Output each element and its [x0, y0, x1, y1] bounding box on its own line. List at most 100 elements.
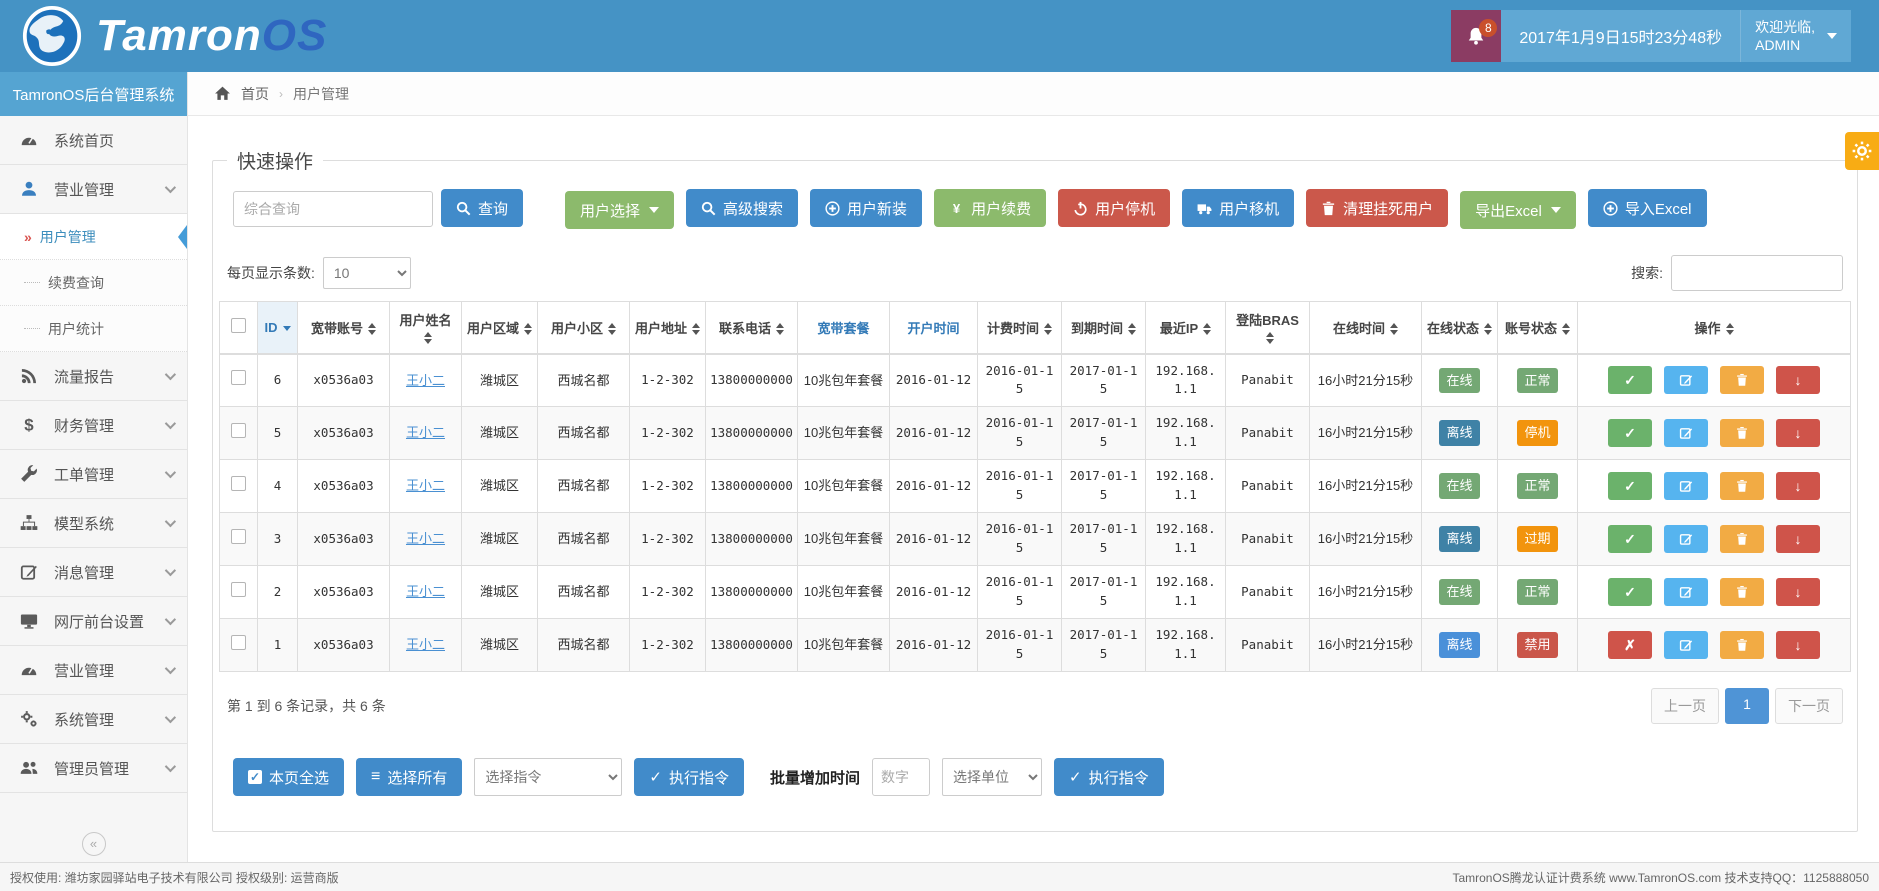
- row-checkbox[interactable]: [231, 370, 246, 385]
- download-button[interactable]: ↓: [1776, 578, 1820, 606]
- user-name-link[interactable]: 王小二: [406, 637, 445, 652]
- quickop-button-0[interactable]: 查询: [441, 189, 523, 227]
- row-checkbox[interactable]: [231, 529, 246, 544]
- settings-fab-button[interactable]: [1845, 132, 1879, 170]
- prev-page-button[interactable]: 上一页: [1651, 688, 1719, 724]
- download-button[interactable]: ↓: [1776, 419, 1820, 447]
- select-all-button[interactable]: ≡ 选择所有: [356, 758, 462, 796]
- column-header-16[interactable]: 操作: [1578, 302, 1851, 354]
- notifications-button[interactable]: 8: [1451, 10, 1501, 62]
- quickop-button-5[interactable]: 用户停机: [1058, 189, 1170, 227]
- sidebar-item-7[interactable]: 网厅前台设置: [0, 597, 187, 646]
- sidebar-subitem-1-2[interactable]: 用户统计: [0, 306, 187, 352]
- select-all-checkbox[interactable]: [231, 318, 246, 333]
- sidebar-subitem-1-1[interactable]: 续费查询: [0, 260, 187, 306]
- sidebar-item-2[interactable]: 流量报告: [0, 352, 187, 401]
- column-header-5[interactable]: 用户地址: [630, 302, 706, 354]
- row-checkbox[interactable]: [231, 582, 246, 597]
- edit-button[interactable]: [1664, 472, 1708, 500]
- user-menu[interactable]: 欢迎光临, ADMIN: [1740, 10, 1851, 62]
- delete-button[interactable]: [1720, 366, 1764, 394]
- sidebar-subitem-1-0[interactable]: »用户管理: [0, 214, 187, 260]
- user-name-link[interactable]: 王小二: [406, 425, 445, 440]
- column-header-0[interactable]: ID: [258, 302, 298, 354]
- sidebar-item-9[interactable]: 系统管理: [0, 695, 187, 744]
- column-header-14[interactable]: 在线状态: [1422, 302, 1498, 354]
- row-checkbox[interactable]: [231, 423, 246, 438]
- column-header-9[interactable]: 计费时间: [978, 302, 1062, 354]
- sidebar-collapse-button[interactable]: «: [82, 832, 106, 856]
- download-button[interactable]: ↓: [1776, 472, 1820, 500]
- sidebar-item-10[interactable]: 管理员管理: [0, 744, 187, 793]
- sidebar-item-0[interactable]: 系统首页: [0, 116, 187, 165]
- sidebar-item-label: 营业管理: [54, 179, 114, 200]
- column-header-13[interactable]: 在线时间: [1310, 302, 1422, 354]
- unit-select[interactable]: 选择单位: [942, 758, 1042, 796]
- sidebar-item-6[interactable]: 消息管理: [0, 548, 187, 597]
- user-name-link[interactable]: 王小二: [406, 373, 445, 388]
- app-logo[interactable]: TamronOS: [22, 5, 327, 67]
- command-select[interactable]: 选择指令: [474, 758, 622, 796]
- download-button[interactable]: ↓: [1776, 366, 1820, 394]
- quickop-button-4[interactable]: ¥用户续费: [934, 189, 1046, 227]
- batch-number-input[interactable]: [872, 758, 930, 796]
- edit-button[interactable]: [1664, 366, 1708, 394]
- search-input[interactable]: [233, 191, 433, 227]
- sidebar-item-8[interactable]: 营业管理: [0, 646, 187, 695]
- quickop-button-9[interactable]: 导入Excel: [1588, 189, 1707, 227]
- column-header-1[interactable]: 宽带账号: [298, 302, 390, 354]
- column-header-6[interactable]: 联系电话: [706, 302, 798, 354]
- sidebar-item-5[interactable]: 模型系统: [0, 499, 187, 548]
- breadcrumb-home[interactable]: 首页: [241, 84, 269, 104]
- quickop-button-2[interactable]: 高级搜索: [686, 189, 798, 227]
- execute-batch-time-button[interactable]: ✓ 执行指令: [1054, 758, 1164, 796]
- cell-account-status: 禁用: [1498, 619, 1578, 672]
- cell-account: x0536a03: [298, 513, 390, 566]
- quickop-button-7[interactable]: 清理挂死用户: [1306, 189, 1448, 227]
- delete-button[interactable]: [1720, 525, 1764, 553]
- edit-button[interactable]: [1664, 525, 1708, 553]
- column-header-3[interactable]: 用户区域: [462, 302, 538, 354]
- column-header-11[interactable]: 最近IP: [1146, 302, 1226, 354]
- select-page-button[interactable]: ✓ 本页全选: [233, 758, 344, 796]
- download-button[interactable]: ↓: [1776, 631, 1820, 659]
- column-header-2[interactable]: 用户姓名: [390, 302, 462, 354]
- user-name-link[interactable]: 王小二: [406, 478, 445, 493]
- column-header-4[interactable]: 用户小区: [538, 302, 630, 354]
- download-button[interactable]: ↓: [1776, 525, 1820, 553]
- column-header-15[interactable]: 账号状态: [1498, 302, 1578, 354]
- enable-button[interactable]: ✓: [1608, 472, 1652, 500]
- user-name-link[interactable]: 王小二: [406, 531, 445, 546]
- quickop-button-3[interactable]: 用户新装: [810, 189, 922, 227]
- per-page-select[interactable]: 10: [323, 257, 411, 289]
- row-checkbox[interactable]: [231, 476, 246, 491]
- sidebar-item-1[interactable]: 营业管理: [0, 165, 187, 214]
- delete-button[interactable]: [1720, 419, 1764, 447]
- delete-button[interactable]: [1720, 578, 1764, 606]
- disable-button[interactable]: ✗: [1608, 631, 1652, 659]
- execute-command-button[interactable]: ✓ 执行指令: [634, 758, 744, 796]
- column-header-7[interactable]: 宽带套餐: [798, 302, 890, 354]
- enable-button[interactable]: ✓: [1608, 366, 1652, 394]
- table-search-input[interactable]: [1671, 255, 1843, 291]
- column-header-8[interactable]: 开户时间: [890, 302, 978, 354]
- next-page-button[interactable]: 下一页: [1775, 688, 1843, 724]
- enable-button[interactable]: ✓: [1608, 419, 1652, 447]
- row-checkbox[interactable]: [231, 635, 246, 650]
- enable-button[interactable]: ✓: [1608, 578, 1652, 606]
- edit-button[interactable]: [1664, 578, 1708, 606]
- sidebar-item-4[interactable]: 工单管理: [0, 450, 187, 499]
- delete-button[interactable]: [1720, 631, 1764, 659]
- enable-button[interactable]: ✓: [1608, 525, 1652, 553]
- quickop-button-8[interactable]: 导出Excel: [1460, 191, 1576, 229]
- column-header-12[interactable]: 登陆BRAS: [1226, 302, 1310, 354]
- sidebar-item-3[interactable]: $财务管理: [0, 401, 187, 450]
- edit-button[interactable]: [1664, 419, 1708, 447]
- column-header-10[interactable]: 到期时间: [1062, 302, 1146, 354]
- quickop-button-1[interactable]: 用户选择: [565, 191, 674, 229]
- delete-button[interactable]: [1720, 472, 1764, 500]
- edit-button[interactable]: [1664, 631, 1708, 659]
- user-name-link[interactable]: 王小二: [406, 584, 445, 599]
- quickop-button-6[interactable]: 用户移机: [1182, 189, 1294, 227]
- page-1-button[interactable]: 1: [1725, 688, 1769, 724]
